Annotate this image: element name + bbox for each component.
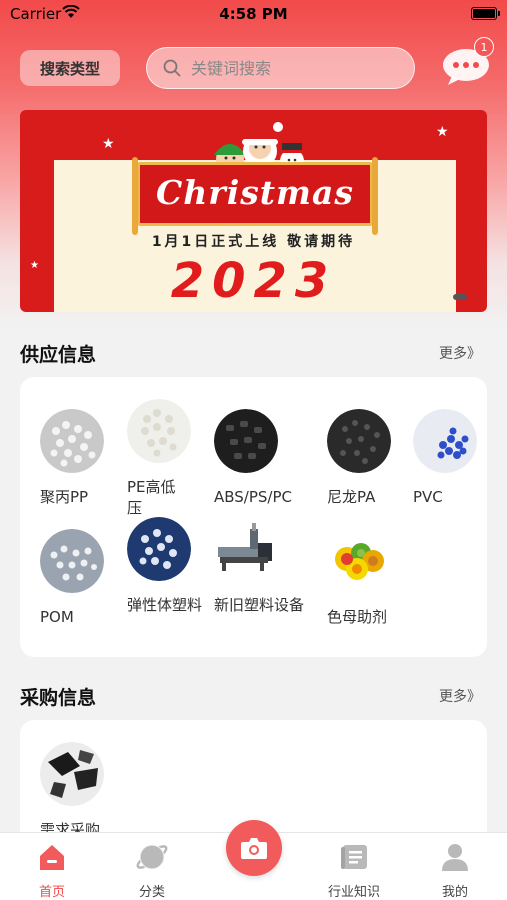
tab-label: 分类 [138,885,165,900]
banner-title: Christmas [156,173,354,212]
pe-pellets-icon [127,399,191,463]
category-label: 色母助剂 [327,608,388,626]
category-item-pvc[interactable]: PVC [413,409,507,508]
status-time: 4:58 PM [219,5,288,23]
camera-icon [241,838,267,859]
category-item-pom[interactable]: POM [40,529,135,628]
pp-pellets-icon [40,409,104,473]
nylon-pellets-icon [327,409,391,473]
tab-knowledge[interactable]: 行业知识 [304,833,404,900]
search-type-button[interactable]: 搜索类型 [20,50,120,86]
search-input[interactable] [191,58,391,78]
star-icon: ★ [102,136,115,152]
pom-pellets-icon [40,529,104,593]
pvc-pellets-icon [413,409,477,473]
tab-profile[interactable]: 我的 [405,833,505,900]
search-bar[interactable] [146,47,415,89]
banner-title-plate: Christmas [132,157,378,235]
purchase-more-link[interactable]: 更多》 [439,686,481,706]
search-icon [163,59,181,77]
message-badge: 1 [474,37,494,57]
masterbatch-pellets-icon [327,529,391,593]
category-item-elastomer[interactable]: 弹性体塑料 [127,517,222,616]
tab-home[interactable]: 首页 [2,833,102,900]
supply-section-header: 供应信息 更多》 [20,340,487,370]
category-label: POM [40,608,74,626]
profile-icon [442,844,468,871]
category-item-pe[interactable]: PE高低压 [127,399,222,519]
camera-button[interactable] [226,820,282,876]
tab-label: 我的 [441,885,468,900]
category-label: ABS/PS/PC [214,488,293,506]
purchase-pellets-icon [40,742,104,806]
supply-card: 聚丙PP PE高低压 ABS/PS/PC 尼龙PA PVC POM 弹性体塑料 … [20,377,487,657]
tab-label: 行业知识 [327,885,380,900]
category-item-equipment[interactable]: 新旧塑料设备 [214,517,309,616]
star-icon: ★ [436,124,449,140]
tab-category[interactable]: 分类 [102,833,202,900]
elastomer-pellets-icon [127,517,191,581]
section-title: 采购信息 [20,687,97,709]
carousel-indicator[interactable] [453,294,467,300]
tab-label: 首页 [38,885,65,900]
battery-icon [471,7,500,20]
category-label: 新旧塑料设备 [214,596,305,614]
category-label: 聚丙PP [40,488,89,506]
home-icon [40,845,64,870]
banner-year: 2023 [170,253,337,309]
category-item-purchase[interactable]: 需求采购 [40,742,135,841]
supply-more-link[interactable]: 更多》 [439,343,481,363]
category-item-masterbatch[interactable]: 色母助剂 [327,529,422,628]
category-label: PVC [413,488,443,506]
section-title: 供应信息 [20,344,97,366]
purchase-section-header: 采购信息 更多》 [20,683,487,713]
book-icon [341,845,367,869]
category-label: 弹性体塑料 [127,596,203,614]
banner-subtitle: 1月1日正式上线 敬请期待 [151,234,356,250]
abs-pellets-icon [214,409,278,473]
extruder-machine-icon [214,517,278,581]
category-item-abs[interactable]: ABS/PS/PC [214,409,309,508]
category-label: 尼龙PA [327,488,376,506]
category-label: PE高低压 [127,478,176,517]
promo-banner[interactable]: ★ ★ ★ Christmas 1月1日正式上线 敬请期待 2023 [20,110,487,312]
category-icon [136,844,168,870]
category-item-pp[interactable]: 聚丙PP [40,409,135,508]
status-bar: Carrier 4:58 PM [0,0,507,30]
category-item-nylon[interactable]: 尼龙PA [327,409,422,508]
